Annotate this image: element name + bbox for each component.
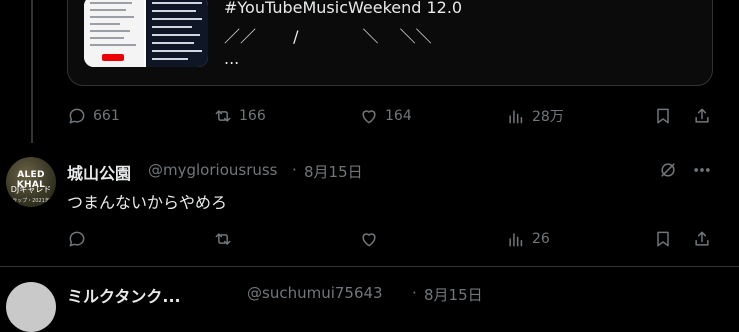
grok-button[interactable]	[658, 160, 678, 180]
meta-separator: ·	[412, 284, 417, 302]
retweet-count: 166	[239, 108, 266, 124]
youtube-logo-icon	[102, 54, 124, 61]
user-handle[interactable]: @mygloriousruss	[148, 161, 278, 179]
bookmark-button[interactable]	[653, 106, 673, 126]
grok-icon	[661, 163, 675, 177]
tweet-date[interactable]: 8月15日	[304, 161, 363, 182]
thumbnail-left-panel	[84, 0, 144, 67]
thread-connector-line	[31, 0, 33, 143]
analytics-icon	[509, 110, 523, 124]
share-icon	[695, 231, 709, 246]
quoted-media-thumbnail[interactable]	[84, 0, 208, 67]
bookmark-button[interactable]	[653, 229, 673, 249]
analytics-icon	[509, 233, 523, 247]
reply-icon	[69, 108, 85, 124]
views-button[interactable]: 28万	[506, 106, 564, 126]
thumbnail-right-panel	[146, 0, 208, 67]
retweet-icon	[215, 233, 231, 245]
share-button[interactable]	[692, 106, 712, 126]
retweet-button[interactable]: 166	[213, 106, 266, 126]
user-handle[interactable]: @suchumui75643	[247, 284, 383, 302]
like-button[interactable]	[359, 229, 385, 249]
avatar-text-line2: DJキャレド	[10, 185, 52, 194]
views-count: 28万	[532, 109, 564, 125]
avatar[interactable]	[6, 282, 56, 332]
bookmark-icon	[657, 231, 669, 247]
avatar[interactable]: ALED KHAL DJキャレド ラップ・2021年	[6, 157, 56, 207]
tweet-text: つまんないからやめろ	[67, 193, 228, 212]
tweet-divider	[0, 266, 739, 267]
quoted-ellipsis: ...	[224, 49, 240, 68]
more-icon	[694, 168, 710, 172]
retweet-button[interactable]	[213, 229, 239, 249]
heart-icon	[362, 110, 376, 124]
reply-button[interactable]: 661	[67, 106, 120, 126]
share-icon	[695, 108, 709, 123]
avatar-text-line3: ラップ・2021年	[12, 198, 50, 204]
more-button[interactable]	[692, 160, 712, 180]
like-count: 164	[385, 108, 412, 124]
display-name[interactable]: ミルクタンク...	[67, 283, 181, 307]
reply-icon	[69, 231, 85, 247]
tweet-date[interactable]: 8月15日	[424, 284, 483, 305]
meta-separator: ·	[292, 161, 297, 179]
views-count: 26	[532, 231, 550, 247]
views-button[interactable]: 26	[506, 229, 550, 249]
reply-button[interactable]	[67, 229, 93, 249]
bookmark-icon	[657, 108, 669, 124]
display-name[interactable]: 城山公園	[67, 160, 131, 184]
share-button[interactable]	[692, 229, 712, 249]
reply-count: 661	[93, 108, 120, 124]
quoted-hashtag-text[interactable]: #YouTubeMusicWeekend 12.0	[224, 0, 462, 17]
quoted-symbols-text: ／／ / ＼ ＼＼	[224, 27, 432, 46]
heart-icon	[362, 233, 376, 247]
retweet-icon	[215, 110, 231, 122]
like-button[interactable]: 164	[359, 106, 412, 126]
